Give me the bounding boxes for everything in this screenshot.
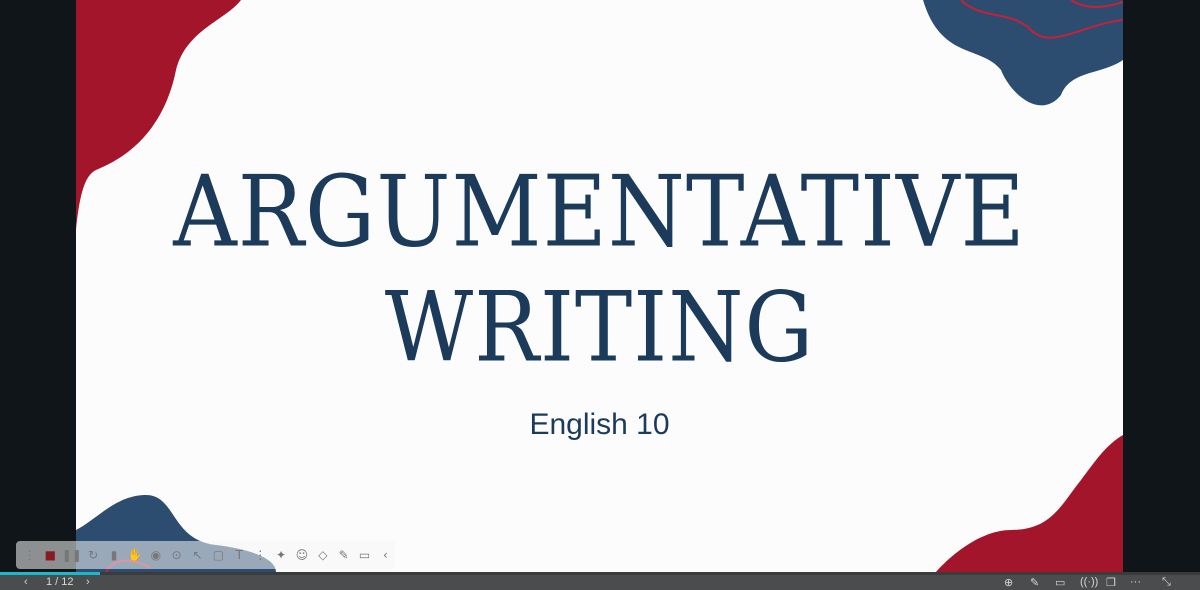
exit-fullscreen-icon[interactable]: ⤡: [1162, 576, 1171, 589]
draw-icon[interactable]: ✎: [1030, 576, 1039, 589]
text-icon[interactable]: T: [230, 545, 249, 565]
annotation-toolbar: ⋮ ■ ❚❚ ↻ ▮ ✋ ◉ ⊙ ↖ ▢ T ⋮ ✦ ☺ ◇ ✎ ▭ ‹: [16, 541, 395, 569]
eraser-icon[interactable]: ◇: [313, 545, 332, 565]
broadcast-icon[interactable]: ((·)): [1080, 576, 1098, 588]
next-slide-button[interactable]: ›: [86, 576, 90, 588]
pen-icon[interactable]: ◉: [146, 545, 165, 565]
stop-icon[interactable]: ■: [41, 545, 60, 565]
select-icon[interactable]: ⋮: [251, 545, 270, 565]
notes-icon[interactable]: ▭: [1055, 576, 1065, 589]
slide-title-line2: WRITING: [384, 272, 815, 384]
more-options-button[interactable]: ···: [1130, 576, 1141, 588]
magic-icon[interactable]: ✦: [272, 545, 291, 565]
delete-icon[interactable]: ▮: [105, 545, 124, 565]
restart-icon[interactable]: ↻: [84, 545, 103, 565]
highlighter-icon[interactable]: ⊙: [167, 545, 186, 565]
camera-icon[interactable]: ▭: [355, 545, 374, 565]
laser-icon[interactable]: ↖: [188, 545, 207, 565]
window-icon[interactable]: ❐: [1106, 576, 1116, 589]
emoji-icon[interactable]: ☺: [293, 545, 312, 565]
prev-slide-button[interactable]: ‹: [24, 576, 28, 588]
slide-title-line1: ARGUMENTATIVE: [173, 153, 1026, 270]
pause-icon[interactable]: ❚❚: [62, 545, 82, 565]
cursor-icon[interactable]: ✋: [126, 545, 145, 565]
bottom-right-red-shape: [936, 435, 1123, 572]
progress-track: [0, 572, 1200, 575]
zoom-icon[interactable]: ⊕: [1004, 576, 1013, 589]
shape-icon[interactable]: ▢: [209, 545, 228, 565]
presenter-bottom-bar: ‹ 1 / 12 › ⊕ ✎ ▭ ((·)) ❐ ··· ⤡: [0, 572, 1200, 590]
page-indicator: 1 / 12: [46, 576, 74, 588]
mic-icon[interactable]: ✎: [334, 545, 353, 565]
drag-handle-icon[interactable]: ⋮: [20, 545, 39, 565]
top-right-blue-shape: [923, 0, 1123, 106]
presentation-slide: ARGUMENTATIVE WRITING English 10: [76, 0, 1123, 572]
collapse-icon[interactable]: ‹: [376, 545, 395, 565]
progress-bar[interactable]: [0, 572, 100, 575]
slide-subtitle: English 10: [529, 408, 670, 441]
